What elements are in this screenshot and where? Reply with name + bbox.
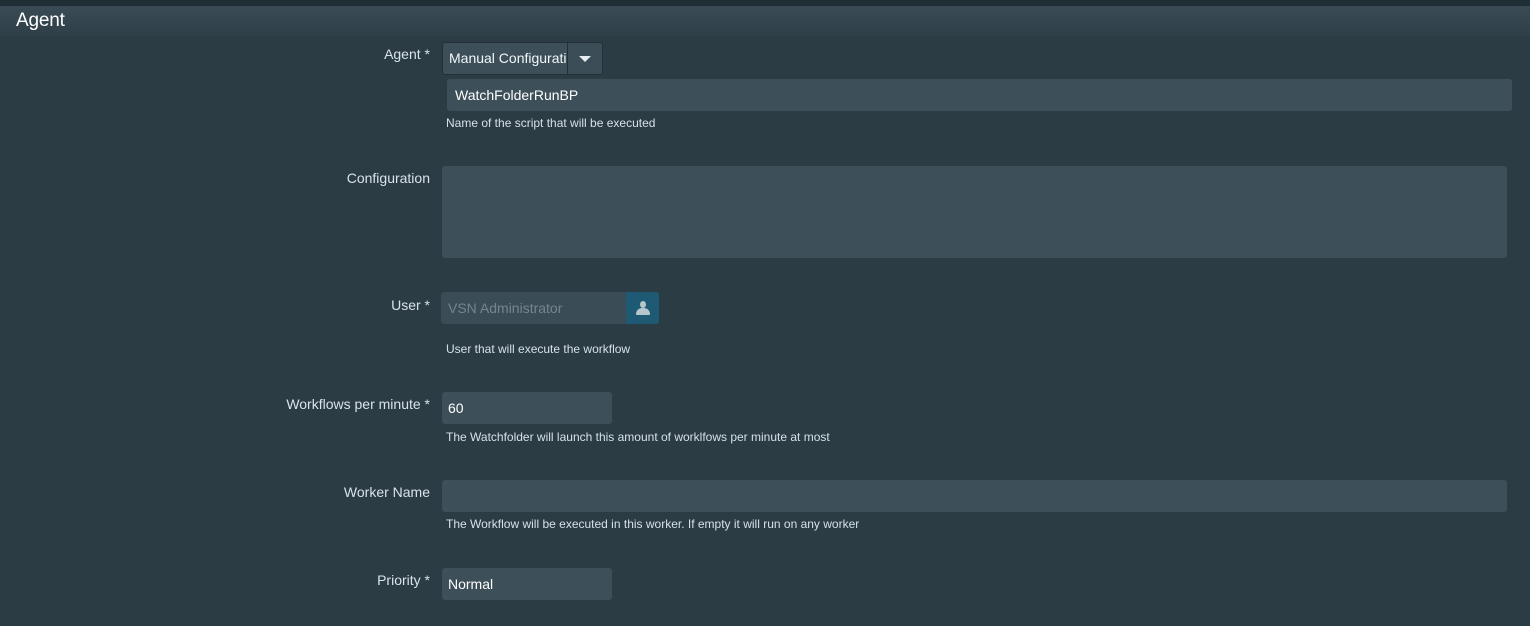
chevron-down-icon: [579, 55, 591, 62]
agent-select-toggle[interactable]: [567, 43, 602, 74]
configuration-label: Configuration: [346, 170, 430, 186]
workflows-per-minute-input[interactable]: [442, 392, 612, 424]
agent-select[interactable]: Manual Configuration: [442, 42, 603, 75]
user-input[interactable]: VSN Administrator: [441, 292, 626, 324]
script-name-help: Name of the script that will be executed: [446, 116, 656, 130]
user-picker[interactable]: VSN Administrator: [441, 292, 659, 324]
user-label: User *: [391, 297, 430, 313]
agent-select-value: Manual Configuration: [449, 50, 567, 66]
section-title: Agent: [16, 10, 65, 31]
agent-config-page: Agent Agent * Manual Configuration Name …: [0, 0, 1530, 626]
priority-label: Priority *: [377, 572, 430, 588]
configuration-textarea[interactable]: [442, 166, 1507, 258]
agent-label: Agent *: [384, 46, 430, 62]
worker-name-label: Worker Name: [343, 484, 430, 500]
worker-name-input[interactable]: [442, 480, 1507, 512]
worker-name-help: The Workflow will be executed in this wo…: [446, 517, 860, 531]
workflows-per-minute-help: The Watchfolder will launch this amount …: [446, 430, 830, 444]
user-icon: [635, 301, 650, 315]
workflows-per-minute-label: Workflows per minute *: [286, 396, 430, 412]
section-header: Agent: [0, 6, 1530, 36]
user-select-button[interactable]: [626, 292, 659, 324]
priority-input[interactable]: [442, 568, 612, 600]
script-name-input[interactable]: [447, 79, 1512, 111]
user-help: User that will execute the workflow: [446, 342, 631, 356]
